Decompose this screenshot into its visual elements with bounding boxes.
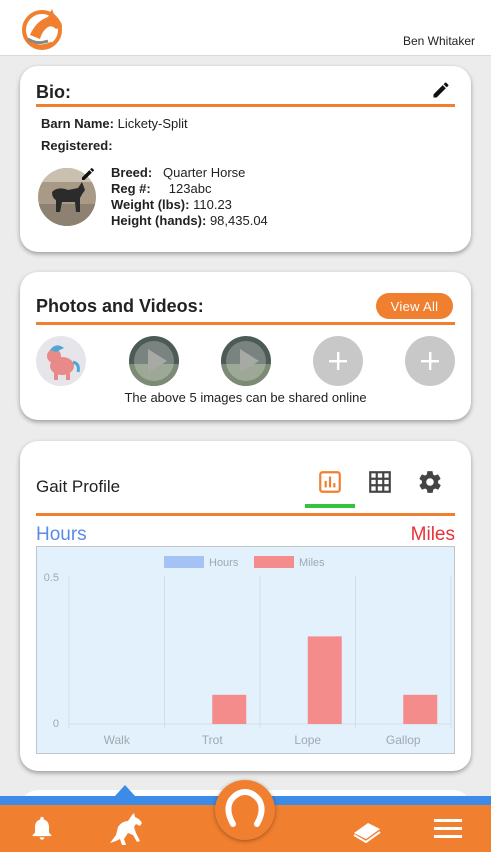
chart-bar-miles xyxy=(307,636,342,724)
horse-icon[interactable] xyxy=(106,809,146,849)
legend-label-miles: Miles xyxy=(299,557,325,569)
chart-bar-miles xyxy=(403,694,438,724)
barn-name-label: Barn Name: xyxy=(41,116,114,131)
plus-icon xyxy=(329,352,347,370)
reg-row: Reg #: 123abc xyxy=(111,181,211,196)
breed-value: Quarter Horse xyxy=(163,165,246,180)
weight-row: Weight (lbs): 110.23 xyxy=(111,197,232,212)
weight-label: Weight (lbs): xyxy=(111,197,190,212)
video-thumbnail[interactable] xyxy=(129,336,179,386)
chart-xtick-label: Lope xyxy=(294,733,321,747)
gait-divider xyxy=(36,513,455,516)
play-video-icon xyxy=(129,336,179,386)
breed-label: Breed: xyxy=(111,165,153,180)
chart-xtick-label: Gallop xyxy=(386,733,421,747)
photos-card: Photos and Videos: View All The above 5 … xyxy=(20,272,471,420)
gait-profile-card: Gait Profile Hours Miles Hours Miles 0 0.5… xyxy=(20,441,471,771)
legend-swatch-hours xyxy=(164,556,204,568)
height-value: 98,435.04 xyxy=(209,213,268,228)
reg-label: Reg #: xyxy=(111,181,151,196)
bio-card: Bio: Barn Name: Lickety-Split Registered… xyxy=(20,66,471,252)
video-thumbnail[interactable] xyxy=(221,336,271,386)
registered-label: Registered: xyxy=(41,138,113,153)
horseshoe-button[interactable] xyxy=(215,780,275,840)
add-photo-button[interactable] xyxy=(313,336,363,386)
hours-axis-label: Hours xyxy=(36,524,87,545)
chart-xtick-label: Walk xyxy=(104,733,131,747)
share-note: The above 5 images can be shared online xyxy=(124,390,367,405)
active-nav-pointer xyxy=(102,785,148,805)
chart-bar-miles xyxy=(212,694,247,724)
horse-logo-icon[interactable] xyxy=(22,5,66,51)
barn-name-row: Barn Name: Lickety-Split xyxy=(41,116,188,131)
height-row: Height (hands): 98,435.04 xyxy=(111,213,268,228)
photos-title: Photos and Videos: xyxy=(36,296,204,316)
gait-chart: Hours Miles 0 0.5 Walk Trot Lope Gallop xyxy=(36,546,455,754)
height-label: Height (hands): xyxy=(111,213,207,228)
view-all-button[interactable]: View All xyxy=(376,293,453,319)
grid-icon[interactable] xyxy=(367,469,393,495)
book-icon[interactable] xyxy=(352,815,382,843)
pencil-icon[interactable] xyxy=(431,80,451,100)
chart-ytick-label: 0.5 xyxy=(44,572,59,584)
top-bar: Ben Whitaker xyxy=(0,0,491,56)
bell-icon[interactable] xyxy=(28,814,56,842)
gait-title: Gait Profile xyxy=(36,477,121,496)
chart-ytick-label: 0 xyxy=(53,718,59,730)
legend-swatch-miles xyxy=(254,556,294,568)
edit-photo-icon[interactable] xyxy=(80,166,96,182)
breed-row: Breed: Quarter Horse xyxy=(111,165,245,180)
plus-icon xyxy=(421,352,439,370)
active-tab-indicator xyxy=(305,504,355,508)
add-photo-button[interactable] xyxy=(405,336,455,386)
miles-axis-label: Miles xyxy=(410,524,455,545)
toy-photo-thumbnail[interactable] xyxy=(36,336,86,386)
toy-pony-icon xyxy=(36,336,86,386)
photos-divider xyxy=(36,322,455,325)
menu-icon[interactable] xyxy=(434,818,464,840)
chart-xtick-label: Trot xyxy=(202,733,224,747)
gear-icon[interactable] xyxy=(417,469,443,495)
barn-name-value: Lickety-Split xyxy=(117,116,188,131)
horseshoe-icon xyxy=(225,788,265,827)
play-video-icon xyxy=(221,336,271,386)
registered-row: Registered: xyxy=(41,138,113,153)
bio-divider xyxy=(36,104,455,107)
bio-title: Bio: xyxy=(36,82,71,102)
user-name[interactable]: Ben Whitaker xyxy=(403,34,475,48)
reg-value: 123abc xyxy=(168,181,212,196)
bar-chart-icon[interactable] xyxy=(317,469,343,495)
legend-label-hours: Hours xyxy=(209,557,239,569)
weight-value: 110.23 xyxy=(193,197,232,212)
